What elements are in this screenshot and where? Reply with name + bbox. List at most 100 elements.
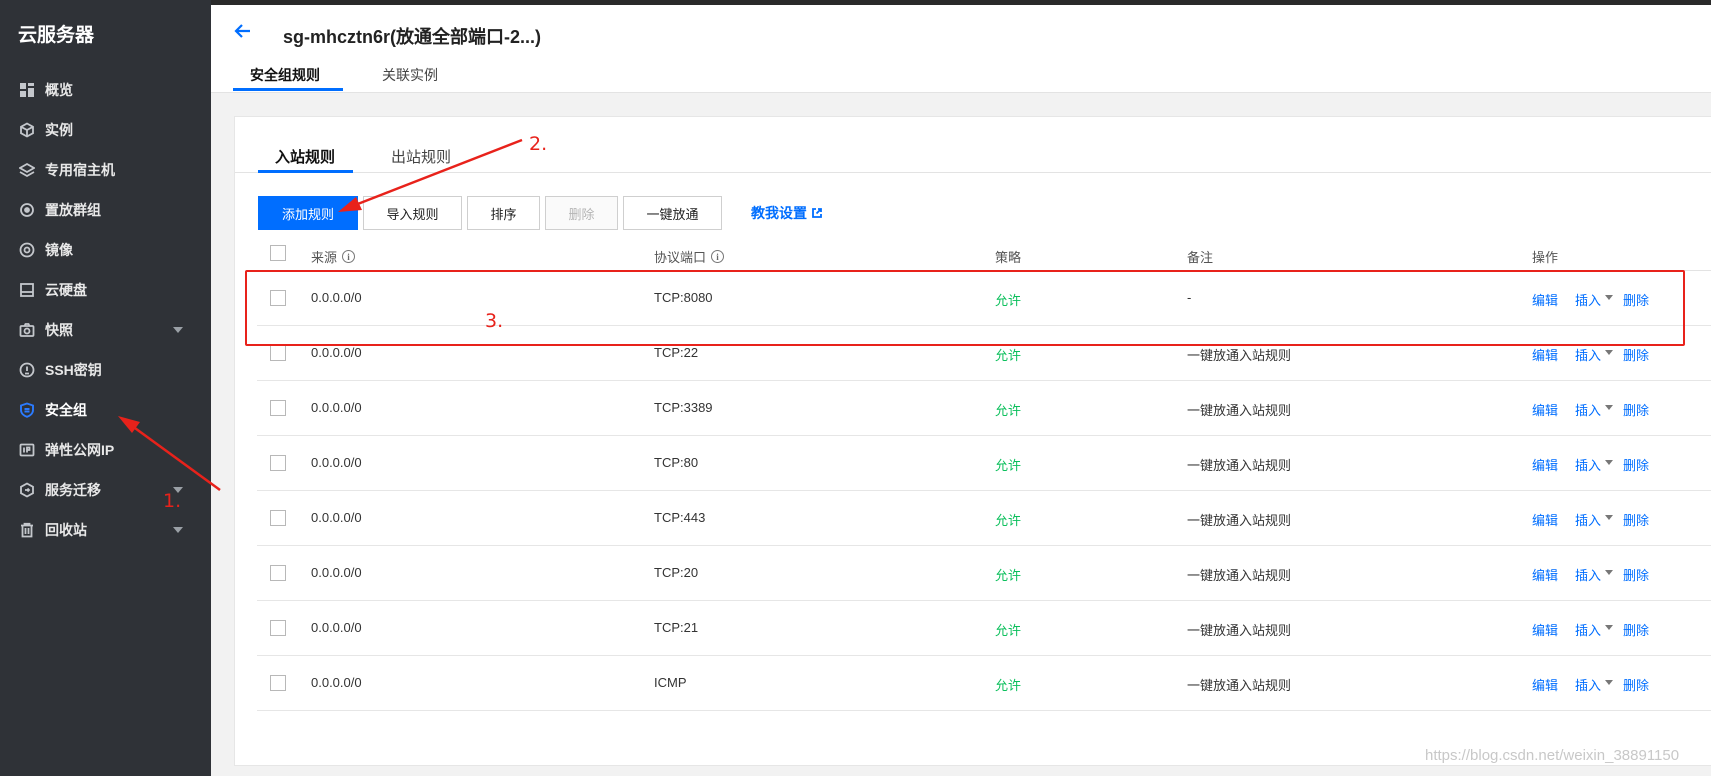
sidebar-item-label: 置放群组 bbox=[45, 202, 101, 218]
sidebar-item-instances[interactable]: 实例 bbox=[0, 110, 211, 150]
chevron-down-icon[interactable] bbox=[1605, 570, 1613, 575]
row-checkbox[interactable] bbox=[270, 455, 286, 471]
tab-associated-instances[interactable]: 关联实例 bbox=[382, 65, 438, 85]
row-checkbox[interactable] bbox=[270, 565, 286, 581]
rules-card: 入站规则 出站规则 添加规则 导入规则 排序 删除 一键放通 教我设置 来源 i … bbox=[234, 116, 1711, 766]
insert-link[interactable]: 插入 bbox=[1575, 400, 1601, 419]
delete-link[interactable]: 删除 bbox=[1623, 455, 1649, 474]
cell-remark: 一键放通入站规则 bbox=[1187, 678, 1292, 693]
insert-link[interactable]: 插入 bbox=[1575, 510, 1601, 529]
chevron-down-icon[interactable] bbox=[1605, 350, 1613, 355]
insert-link[interactable]: 插入 bbox=[1575, 565, 1601, 584]
sidebar-item-label: 实例 bbox=[45, 122, 73, 138]
page-header: sg-mhcztn6r(放通全部端口-2...) 安全组规则 关联实例 bbox=[211, 5, 1711, 93]
delete-link[interactable]: 删除 bbox=[1623, 345, 1649, 364]
cell-policy: 允许 bbox=[995, 403, 1022, 418]
cell-port: ICMP bbox=[654, 675, 687, 690]
sidebar-item-label: 服务迁移 bbox=[45, 482, 101, 498]
delete-button[interactable]: 删除 bbox=[545, 196, 618, 230]
sidebar-item-ssh-keys[interactable]: SSH密钥 bbox=[0, 350, 211, 390]
tab-security-group-rules[interactable]: 安全组规则 bbox=[250, 65, 320, 85]
insert-link[interactable]: 插入 bbox=[1575, 675, 1601, 694]
sidebar: 云服务器 概览 实例 专用宿主机 置放群组 镜像 云硬盘 快照 SSH密钥 安全… bbox=[0, 0, 211, 776]
back-arrow-icon[interactable] bbox=[233, 21, 253, 41]
sidebar-item-label: 云硬盘 bbox=[45, 282, 87, 298]
table-row: 0.0.0.0/0 TCP:8080 允许 - 编辑 插入 删除 bbox=[257, 271, 1711, 326]
edit-link[interactable]: 编辑 bbox=[1532, 290, 1558, 309]
delete-link[interactable]: 删除 bbox=[1623, 620, 1649, 639]
disc-icon bbox=[18, 241, 36, 259]
sidebar-item-elastic-ip[interactable]: 弹性公网IP bbox=[0, 430, 211, 470]
sidebar-item-recycle-bin[interactable]: 回收站 bbox=[0, 510, 211, 550]
insert-link[interactable]: 插入 bbox=[1575, 345, 1601, 364]
delete-link[interactable]: 删除 bbox=[1623, 510, 1649, 529]
chevron-down-icon[interactable] bbox=[173, 527, 183, 533]
chevron-down-icon[interactable] bbox=[1605, 625, 1613, 630]
cell-remark: 一键放通入站规则 bbox=[1187, 513, 1292, 528]
insert-link[interactable]: 插入 bbox=[1575, 290, 1601, 309]
tab-outbound-rules[interactable]: 出站规则 bbox=[391, 146, 451, 167]
delete-link[interactable]: 删除 bbox=[1623, 675, 1649, 694]
sidebar-item-dedicated-hosts[interactable]: 专用宿主机 bbox=[0, 150, 211, 190]
row-checkbox[interactable] bbox=[270, 675, 286, 691]
sidebar-item-images[interactable]: 镜像 bbox=[0, 230, 211, 270]
column-header-remark: 备注 bbox=[1187, 250, 1214, 265]
info-icon[interactable]: i bbox=[711, 250, 725, 263]
cell-remark: 一键放通入站规则 bbox=[1187, 623, 1292, 638]
delete-link[interactable]: 删除 bbox=[1623, 290, 1649, 309]
chevron-down-icon[interactable] bbox=[1605, 295, 1613, 300]
sidebar-item-snapshots[interactable]: 快照 bbox=[0, 310, 211, 350]
add-rule-button[interactable]: 添加规则 bbox=[258, 196, 358, 230]
row-checkbox[interactable] bbox=[270, 290, 286, 306]
sidebar-item-cloud-disks[interactable]: 云硬盘 bbox=[0, 270, 211, 310]
edit-link[interactable]: 编辑 bbox=[1532, 675, 1558, 694]
import-rules-button[interactable]: 导入规则 bbox=[363, 196, 462, 230]
chevron-down-icon[interactable] bbox=[1605, 460, 1613, 465]
info-icon[interactable]: i bbox=[342, 250, 356, 263]
insert-link[interactable]: 插入 bbox=[1575, 455, 1601, 474]
row-checkbox[interactable] bbox=[270, 620, 286, 636]
sort-button[interactable]: 排序 bbox=[467, 196, 540, 230]
edit-link[interactable]: 编辑 bbox=[1532, 345, 1558, 364]
sidebar-item-overview[interactable]: 概览 bbox=[0, 70, 211, 110]
column-header-source: 来源 i bbox=[311, 247, 356, 266]
subtab-divider bbox=[235, 172, 1711, 173]
insert-link[interactable]: 插入 bbox=[1575, 620, 1601, 639]
sidebar-item-security-groups[interactable]: 安全组 bbox=[0, 390, 211, 430]
page-title: sg-mhcztn6r(放通全部端口-2...) bbox=[283, 27, 542, 47]
row-checkbox[interactable] bbox=[270, 510, 286, 526]
cell-policy: 允许 bbox=[995, 348, 1022, 363]
chevron-down-icon[interactable] bbox=[173, 327, 183, 333]
edit-link[interactable]: 编辑 bbox=[1532, 400, 1558, 419]
help-link[interactable]: 教我设置 bbox=[751, 203, 823, 223]
cell-source: 0.0.0.0/0 bbox=[311, 620, 362, 635]
cube-icon bbox=[18, 121, 36, 139]
external-link-icon bbox=[812, 208, 822, 218]
row-checkbox[interactable] bbox=[270, 400, 286, 416]
cell-source: 0.0.0.0/0 bbox=[311, 565, 362, 580]
column-header-port: 协议端口 i bbox=[654, 247, 725, 266]
cell-remark: 一键放通入站规则 bbox=[1187, 403, 1292, 418]
sidebar-item-label: 快照 bbox=[45, 322, 73, 338]
chevron-down-icon[interactable] bbox=[1605, 515, 1613, 520]
tab-inbound-rules[interactable]: 入站规则 bbox=[275, 146, 335, 167]
select-all-checkbox[interactable] bbox=[270, 245, 286, 261]
edit-link[interactable]: 编辑 bbox=[1532, 565, 1558, 584]
row-checkbox[interactable] bbox=[270, 345, 286, 361]
sidebar-item-placement-groups[interactable]: 置放群组 bbox=[0, 190, 211, 230]
delete-link[interactable]: 删除 bbox=[1623, 400, 1649, 419]
table-row: 0.0.0.0/0 TCP:22 允许 一键放通入站规则 编辑 插入 删除 bbox=[257, 326, 1711, 381]
chevron-down-icon[interactable] bbox=[1605, 680, 1613, 685]
open-all-button[interactable]: 一键放通 bbox=[623, 196, 722, 230]
chevron-down-icon[interactable] bbox=[1605, 405, 1613, 410]
cell-policy: 允许 bbox=[995, 568, 1022, 583]
cell-port: TCP:22 bbox=[654, 345, 699, 360]
edit-link[interactable]: 编辑 bbox=[1532, 455, 1558, 474]
edit-link[interactable]: 编辑 bbox=[1532, 510, 1558, 529]
delete-link[interactable]: 删除 bbox=[1623, 565, 1649, 584]
table-row: 0.0.0.0/0 TCP:20 允许 一键放通入站规则 编辑 插入 删除 bbox=[257, 546, 1711, 601]
sidebar-item-label: 弹性公网IP bbox=[45, 442, 115, 458]
edit-link[interactable]: 编辑 bbox=[1532, 620, 1558, 639]
cell-source: 0.0.0.0/0 bbox=[311, 345, 362, 360]
table-row: 0.0.0.0/0 TCP:3389 允许 一键放通入站规则 编辑 插入 删除 bbox=[257, 381, 1711, 436]
